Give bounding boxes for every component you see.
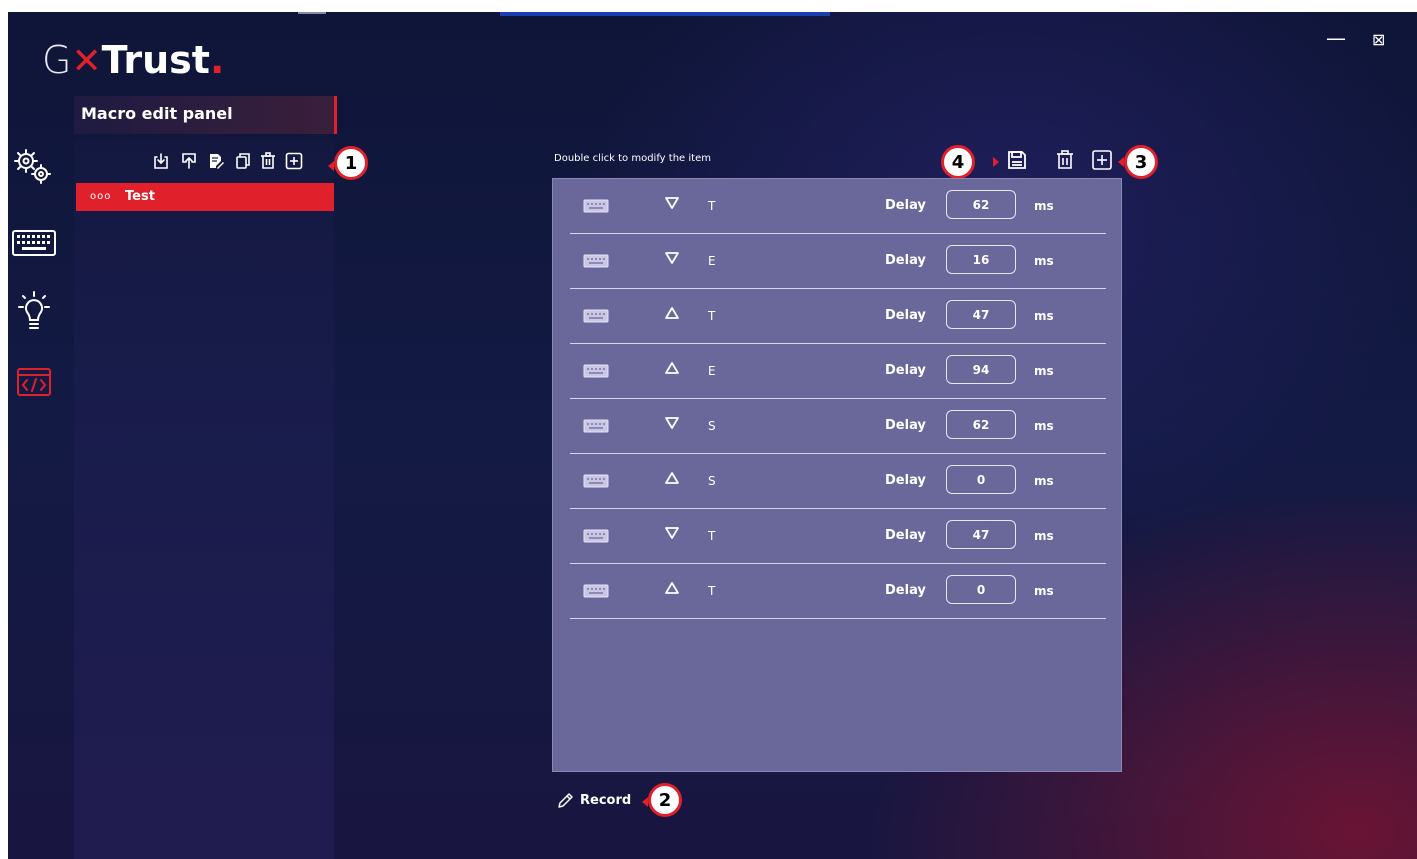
delay-input[interactable]: 47: [946, 300, 1016, 329]
delay-unit: ms: [1034, 419, 1054, 433]
pencil-icon: [558, 793, 573, 808]
key-down-icon: [665, 197, 679, 209]
delay-input[interactable]: 62: [946, 410, 1016, 439]
step-key: T: [708, 199, 716, 213]
macro-step-row[interactable]: E Delay 94 ms: [570, 344, 1106, 399]
export-icon[interactable]: [180, 152, 198, 170]
hint-text: Double click to modify the item: [554, 153, 711, 164]
macro-step-row[interactable]: S Delay 62 ms: [570, 399, 1106, 454]
delay-unit: ms: [1034, 254, 1054, 268]
gears-icon: [14, 149, 51, 184]
titlebar-mark: [500, 12, 830, 16]
titlebar-mark: [298, 12, 326, 14]
key-down-icon: [665, 417, 679, 429]
panel-title: Macro edit panel: [81, 104, 233, 123]
app-window: G✕Trust. — ⊠ Macro edit panel 1 ooo Test…: [8, 12, 1417, 859]
callout-arrow: [993, 157, 999, 167]
delay-unit: ms: [1034, 584, 1054, 598]
callout-2: 2: [648, 783, 682, 817]
key-down-icon: [665, 527, 679, 539]
keyboard-icon: [583, 584, 609, 598]
code-icon: [17, 368, 51, 396]
rename-icon[interactable]: [207, 152, 225, 170]
keyboard-icon: [583, 419, 609, 433]
close-button[interactable]: ⊠: [1372, 30, 1385, 49]
keyboard-icon: [583, 309, 609, 323]
callout-1: 1: [334, 146, 368, 180]
macro-step-row[interactable]: S Delay 0 ms: [570, 454, 1106, 509]
delay-unit: ms: [1034, 529, 1054, 543]
delay-unit: ms: [1034, 199, 1054, 213]
delay-input[interactable]: 47: [946, 520, 1016, 549]
sidebar-item-lighting[interactable]: [10, 288, 58, 336]
keyboard-icon: [583, 254, 609, 268]
panel-header: Macro edit panel: [74, 96, 337, 134]
callout-4: 4: [941, 145, 975, 179]
add-icon[interactable]: [285, 152, 303, 170]
delay-input[interactable]: 0: [946, 575, 1016, 604]
macro-step-row[interactable]: T Delay 47 ms: [570, 289, 1106, 344]
delay-label: Delay: [885, 308, 926, 323]
keyboard-icon: [583, 364, 609, 378]
lightbulb-icon: [18, 291, 50, 329]
sidebar-item-settings[interactable]: [10, 143, 58, 191]
step-key: E: [708, 254, 716, 268]
copy-icon[interactable]: [234, 152, 252, 170]
delay-input[interactable]: 62: [946, 190, 1016, 219]
step-key: T: [708, 309, 716, 323]
delay-label: Delay: [885, 198, 926, 213]
delay-label: Delay: [885, 528, 926, 543]
step-key: S: [708, 474, 716, 488]
sidebar-item-keys[interactable]: [10, 219, 58, 267]
delay-label: Delay: [885, 473, 926, 488]
delay-label: Delay: [885, 253, 926, 268]
delay-unit: ms: [1034, 309, 1054, 323]
gxtrust-logo: G✕Trust.: [42, 38, 225, 82]
macro-item[interactable]: ooo Test: [76, 183, 334, 211]
sidebar-item-macro[interactable]: [10, 358, 58, 406]
minimize-button[interactable]: —: [1326, 26, 1346, 50]
record-label: Record: [580, 793, 632, 808]
keyboard-icon: [583, 474, 609, 488]
add-icon[interactable]: [1091, 149, 1113, 171]
step-key: T: [708, 529, 716, 543]
key-up-icon: [665, 307, 679, 319]
macro-item-name: Test: [125, 189, 155, 204]
keyboard-icon: [583, 529, 609, 543]
delay-label: Delay: [885, 363, 926, 378]
key-up-icon: [665, 362, 679, 374]
save-icon[interactable]: [1006, 149, 1028, 171]
sidebar: [8, 96, 72, 859]
delay-unit: ms: [1034, 364, 1054, 378]
delete-icon[interactable]: [1054, 149, 1076, 171]
key-up-icon: [665, 582, 679, 594]
macro-step-row[interactable]: E Delay 16 ms: [570, 234, 1106, 289]
callout-3: 3: [1124, 145, 1158, 179]
step-key: S: [708, 419, 716, 433]
delay-input[interactable]: 0: [946, 465, 1016, 494]
delay-unit: ms: [1034, 474, 1054, 488]
macro-step-row[interactable]: T Delay 62 ms: [570, 179, 1106, 234]
delete-icon[interactable]: [259, 152, 277, 170]
macro-list-panel: [74, 140, 334, 859]
delay-input[interactable]: 94: [946, 355, 1016, 384]
keyboard-icon: [583, 199, 609, 213]
key-down-icon: [665, 252, 679, 264]
step-key: E: [708, 364, 716, 378]
macro-step-list: T Delay 62 ms E Delay 16 ms T Delay 47 ms E Delay 94 ms…: [552, 178, 1122, 772]
delay-label: Delay: [885, 583, 926, 598]
macro-item-dots: ooo: [90, 191, 112, 202]
macro-step-row[interactable]: T Delay 0 ms: [570, 564, 1106, 619]
delay-input[interactable]: 16: [946, 245, 1016, 274]
import-icon[interactable]: [152, 152, 170, 170]
step-key: T: [708, 584, 716, 598]
delay-label: Delay: [885, 418, 926, 433]
macro-step-row[interactable]: T Delay 47 ms: [570, 509, 1106, 564]
keyboard-icon: [12, 230, 56, 256]
key-up-icon: [665, 472, 679, 484]
